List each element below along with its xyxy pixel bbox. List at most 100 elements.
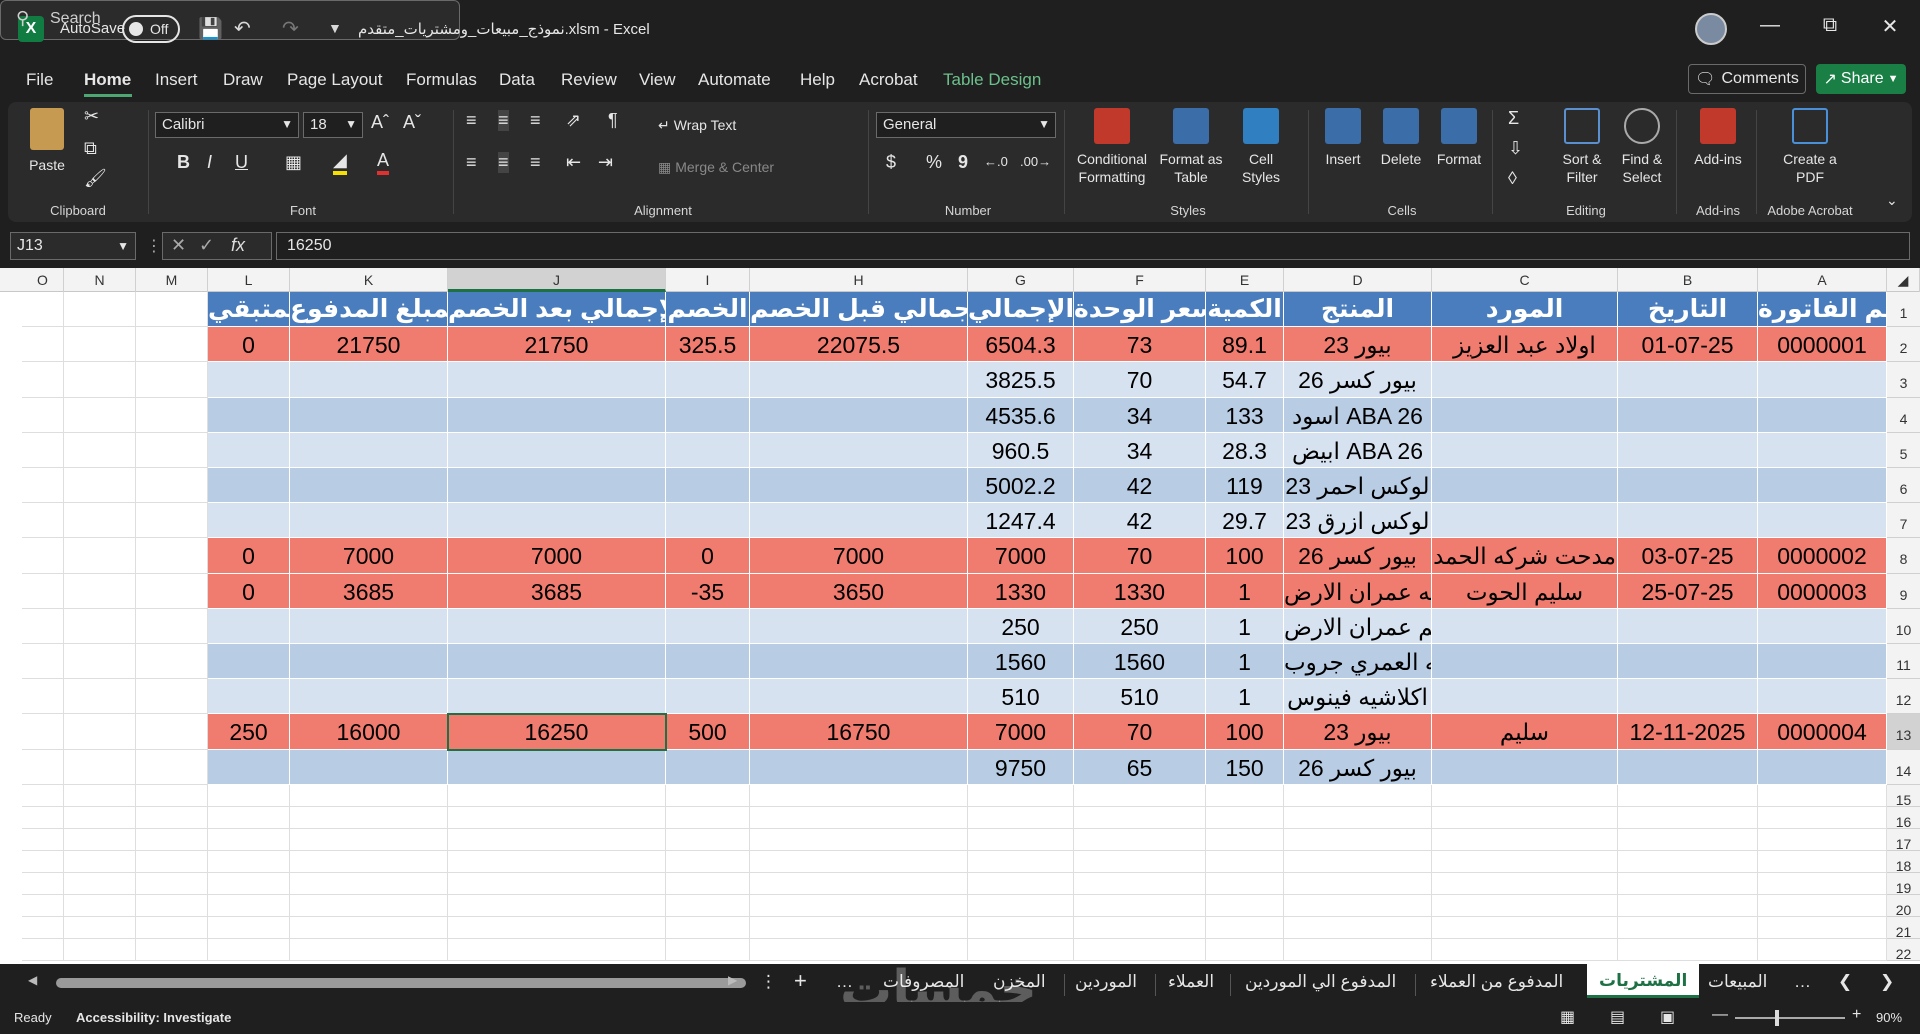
table-cell[interactable]: لوكس احمر 23 bbox=[1284, 468, 1432, 504]
table-cell[interactable] bbox=[750, 608, 968, 644]
empty-cell[interactable] bbox=[1206, 828, 1284, 851]
row-header-1[interactable]: 1 bbox=[1887, 292, 1920, 328]
empty-cell[interactable] bbox=[1284, 894, 1432, 917]
table-cell[interactable]: بيور كسر 26 bbox=[1284, 362, 1432, 398]
empty-cell[interactable] bbox=[22, 806, 64, 829]
empty-cell[interactable] bbox=[64, 362, 136, 398]
paste-button[interactable]: Paste bbox=[22, 108, 72, 174]
empty-cell[interactable] bbox=[1074, 850, 1206, 873]
undo-icon[interactable]: ↶ bbox=[234, 16, 251, 41]
table-cell[interactable] bbox=[1618, 644, 1758, 680]
table-cell[interactable] bbox=[448, 608, 666, 644]
table-cell[interactable]: 119 bbox=[1206, 468, 1284, 504]
copy-icon[interactable]: ⧉ bbox=[84, 138, 97, 159]
table-cell[interactable] bbox=[1432, 362, 1618, 398]
more-sheets-right-icon[interactable]: … bbox=[1794, 972, 1811, 992]
empty-cell[interactable] bbox=[1206, 784, 1284, 807]
align-left-icon[interactable]: ≡ bbox=[466, 152, 477, 173]
empty-cell[interactable] bbox=[64, 850, 136, 873]
empty-cell[interactable] bbox=[22, 679, 64, 715]
empty-cell[interactable] bbox=[1074, 872, 1206, 895]
empty-cell[interactable] bbox=[64, 397, 136, 433]
column-header-M[interactable]: M bbox=[136, 268, 208, 292]
table-cell[interactable]: 03-07-25 bbox=[1618, 538, 1758, 574]
empty-cell[interactable] bbox=[64, 538, 136, 574]
empty-cell[interactable] bbox=[136, 714, 208, 750]
row-header-3[interactable]: 3 bbox=[1887, 362, 1920, 398]
row-header-15[interactable]: 15 bbox=[1887, 784, 1920, 808]
table-cell[interactable]: 01-07-25 bbox=[1618, 327, 1758, 363]
increase-indent-icon[interactable]: ⇥ bbox=[598, 152, 613, 173]
table-cell[interactable] bbox=[750, 397, 968, 433]
empty-cell[interactable] bbox=[1074, 938, 1206, 961]
empty-cell[interactable] bbox=[136, 397, 208, 433]
empty-cell[interactable] bbox=[1758, 828, 1887, 851]
empty-cell[interactable] bbox=[666, 828, 750, 851]
empty-cell[interactable] bbox=[1284, 828, 1432, 851]
empty-cell[interactable] bbox=[64, 872, 136, 895]
empty-cell[interactable] bbox=[64, 894, 136, 917]
empty-cell[interactable] bbox=[448, 938, 666, 961]
table-cell[interactable] bbox=[208, 397, 290, 433]
empty-cell[interactable] bbox=[136, 784, 208, 807]
row-header-17[interactable]: 17 bbox=[1887, 828, 1920, 852]
empty-cell[interactable] bbox=[1206, 938, 1284, 961]
table-cell[interactable] bbox=[666, 503, 750, 539]
table-cell[interactable] bbox=[1758, 468, 1887, 504]
empty-cell[interactable] bbox=[22, 432, 64, 468]
table-cell[interactable]: 510 bbox=[968, 679, 1074, 715]
empty-cell[interactable] bbox=[136, 644, 208, 680]
find-select-button[interactable]: Find & Select bbox=[1612, 108, 1672, 186]
table-cell[interactable]: 89.1 bbox=[1206, 327, 1284, 363]
table-header-cell[interactable]: الإجمالي قبل الخصم bbox=[750, 292, 968, 328]
empty-cell[interactable] bbox=[22, 784, 64, 807]
tab-home[interactable]: Home bbox=[84, 70, 131, 90]
number-format-dropdown[interactable]: General ▼ bbox=[876, 112, 1056, 138]
sheet-tab-suppliers[interactable]: الموردين bbox=[1075, 972, 1137, 992]
empty-cell[interactable] bbox=[64, 679, 136, 715]
font-name-dropdown[interactable]: Calibri ▼ bbox=[155, 112, 299, 138]
empty-cell[interactable] bbox=[136, 749, 208, 785]
sort-filter-button[interactable]: Sort & Filter bbox=[1554, 108, 1610, 186]
empty-cell[interactable] bbox=[1206, 872, 1284, 895]
table-cell[interactable] bbox=[1432, 468, 1618, 504]
empty-cell[interactable] bbox=[136, 573, 208, 609]
save-icon[interactable]: 💾 bbox=[198, 16, 223, 41]
empty-cell[interactable] bbox=[136, 916, 208, 939]
decrease-font-icon[interactable]: Aˇ bbox=[403, 112, 421, 133]
empty-cell[interactable] bbox=[1206, 894, 1284, 917]
table-cell[interactable]: 0 bbox=[208, 573, 290, 609]
table-cell[interactable] bbox=[666, 362, 750, 398]
horizontal-scrollbar[interactable]: ◀ ▶ bbox=[24, 973, 746, 990]
empty-cell[interactable] bbox=[22, 916, 64, 939]
row-header-5[interactable]: 5 bbox=[1887, 432, 1920, 468]
empty-cell[interactable] bbox=[1284, 938, 1432, 961]
table-cell[interactable]: 3650 bbox=[750, 573, 968, 609]
format-cells-button[interactable]: Format bbox=[1432, 108, 1486, 168]
normal-view-icon[interactable]: ▦ bbox=[1560, 1007, 1575, 1027]
tab-formulas[interactable]: Formulas bbox=[406, 70, 477, 90]
tab-scroll-right-icon[interactable]: ❯ bbox=[1880, 972, 1894, 992]
table-cell[interactable] bbox=[666, 468, 750, 504]
format-as-table-button[interactable]: Format as Table bbox=[1156, 108, 1226, 186]
table-cell[interactable]: 70 bbox=[1074, 362, 1206, 398]
table-cell[interactable] bbox=[208, 644, 290, 680]
empty-cell[interactable] bbox=[290, 916, 448, 939]
empty-cell[interactable] bbox=[22, 872, 64, 895]
tab-review[interactable]: Review bbox=[561, 70, 617, 90]
table-cell[interactable]: اكلاشيه العمري جروب bbox=[1284, 644, 1432, 680]
empty-cell[interactable] bbox=[1618, 916, 1758, 939]
table-cell[interactable] bbox=[448, 362, 666, 398]
empty-cell[interactable] bbox=[448, 806, 666, 829]
empty-cell[interactable] bbox=[1206, 850, 1284, 873]
empty-cell[interactable] bbox=[22, 573, 64, 609]
empty-cell[interactable] bbox=[750, 872, 968, 895]
empty-cell[interactable] bbox=[666, 894, 750, 917]
create-pdf-button[interactable]: Create a PDF bbox=[1778, 108, 1842, 186]
empty-cell[interactable] bbox=[448, 828, 666, 851]
table-cell[interactable] bbox=[1758, 432, 1887, 468]
table-cell[interactable]: 34 bbox=[1074, 397, 1206, 433]
table-cell[interactable] bbox=[666, 397, 750, 433]
column-header-N[interactable]: N bbox=[64, 268, 136, 292]
table-cell[interactable]: 1330 bbox=[968, 573, 1074, 609]
